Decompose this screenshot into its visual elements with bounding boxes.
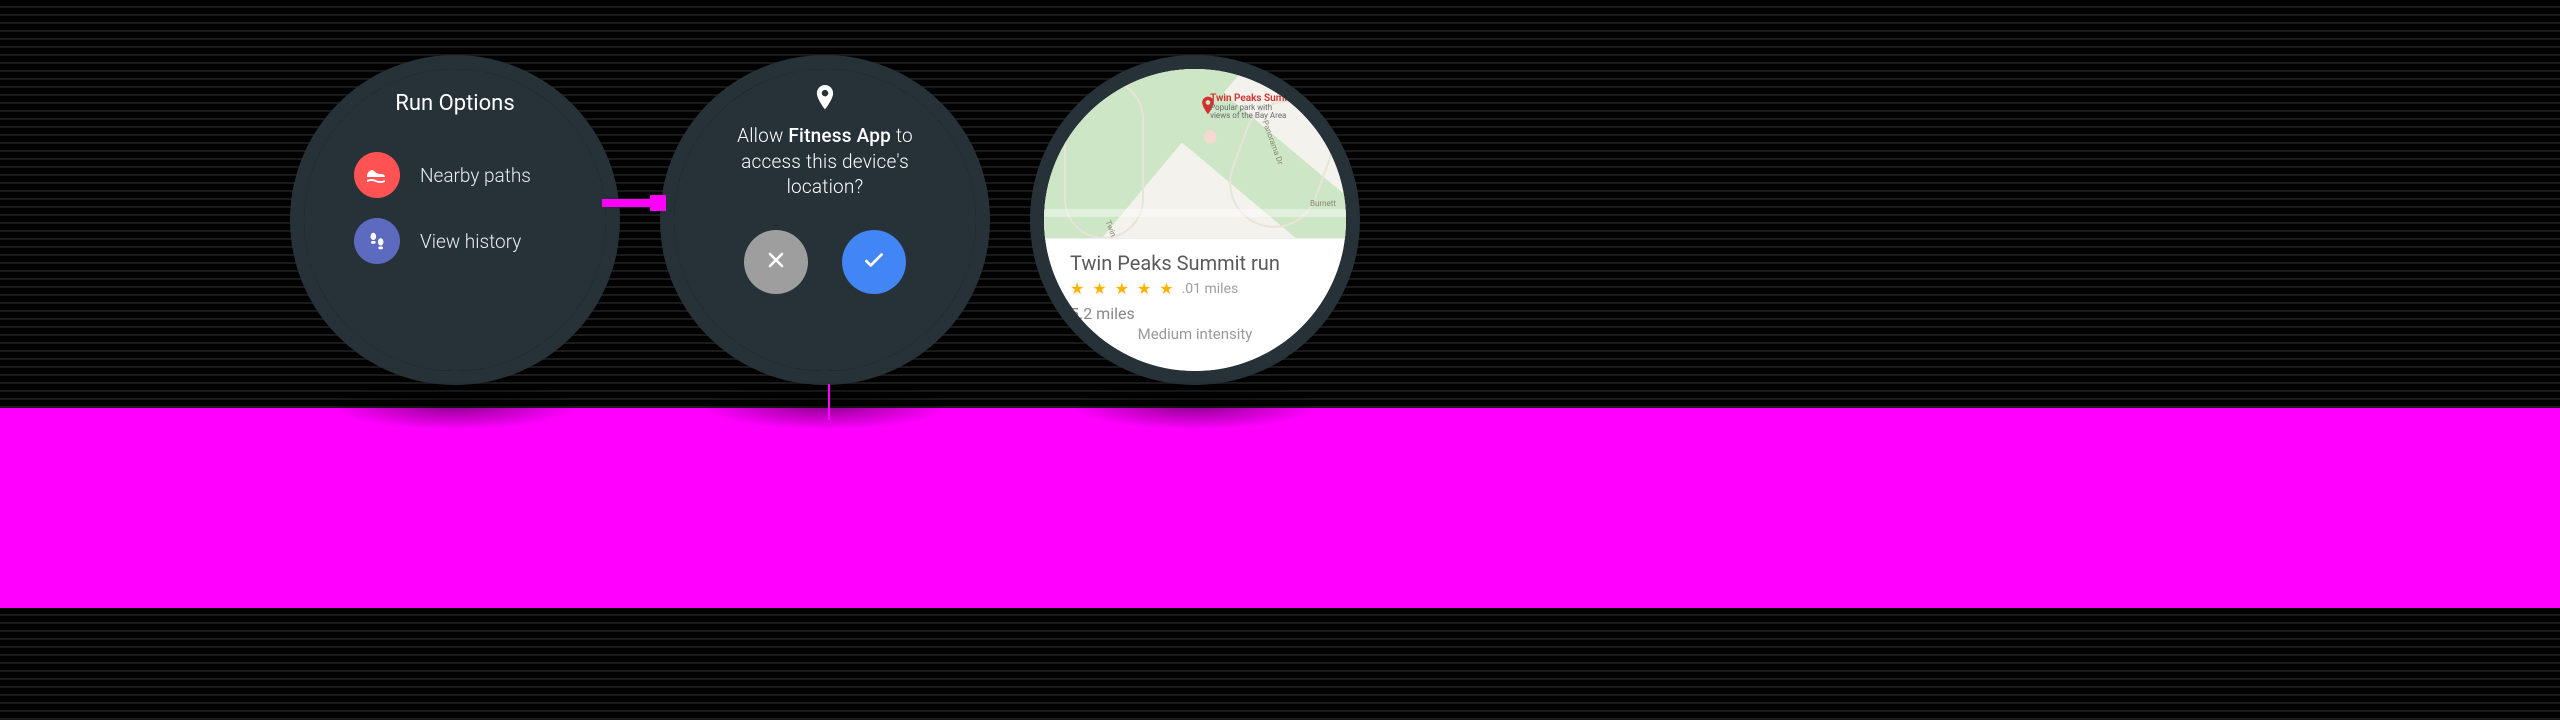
prompt-pre: Allow [737, 124, 788, 147]
list-item-label: View history [420, 230, 521, 253]
result-card[interactable]: Twin Peaks Summit run ★ ★ ★ ★ ★ .01 mile… [1044, 238, 1346, 371]
callout-line [828, 384, 830, 420]
location-pin-icon [815, 85, 835, 115]
watch-permission-dialog: Allow Fitness App to access this device'… [660, 55, 990, 385]
rating-subtext: .01 miles [1182, 281, 1239, 297]
watch-shadow [330, 380, 580, 430]
watch-shadow [1070, 380, 1320, 430]
flow-connector [602, 195, 662, 211]
allow-button[interactable] [842, 230, 906, 294]
list-item-label: Nearby paths [420, 164, 531, 187]
map-pin-callout: Twin Peaks Summit Popular park with view… [1210, 93, 1299, 122]
pin-subtitle: views of the Bay Area [1210, 112, 1299, 121]
road-label: Burnett [1310, 199, 1336, 208]
map-view[interactable]: Twin Peaks Blvd Twin Peaks Blvd Panorama… [1044, 69, 1346, 238]
figure-stage: Run Options Nearby paths View history [0, 0, 1700, 480]
close-icon [764, 248, 788, 275]
footsteps-icon [354, 218, 400, 264]
shoe-icon [354, 152, 400, 198]
app-name: Fitness App [788, 124, 891, 147]
list-item-nearby-paths[interactable]: Nearby paths [304, 142, 606, 208]
deny-button[interactable] [744, 230, 808, 294]
run-length: 5.2 miles [1070, 304, 1320, 323]
screen-title: Run Options [304, 91, 606, 116]
run-options-screen: Run Options Nearby paths View history [304, 69, 606, 371]
list-item-view-history[interactable]: View history [304, 208, 606, 274]
map-result-screen: Twin Peaks Blvd Twin Peaks Blvd Panorama… [1044, 69, 1346, 371]
card-title: Twin Peaks Summit run [1070, 251, 1320, 275]
watch-map-result: Twin Peaks Blvd Twin Peaks Blvd Panorama… [1030, 55, 1360, 385]
watch-run-options: Run Options Nearby paths View history [290, 55, 620, 385]
watch-shadow [700, 380, 950, 430]
permission-button-row [744, 230, 906, 294]
star-rating: ★ ★ ★ ★ ★ [1070, 279, 1176, 298]
permission-prompt-text: Allow Fitness App to access this device'… [674, 123, 976, 200]
permission-screen: Allow Fitness App to access this device'… [674, 69, 976, 371]
check-icon [861, 247, 887, 276]
rating-row: ★ ★ ★ ★ ★ .01 miles [1070, 279, 1320, 298]
run-intensity: Medium intensity [1070, 325, 1320, 343]
